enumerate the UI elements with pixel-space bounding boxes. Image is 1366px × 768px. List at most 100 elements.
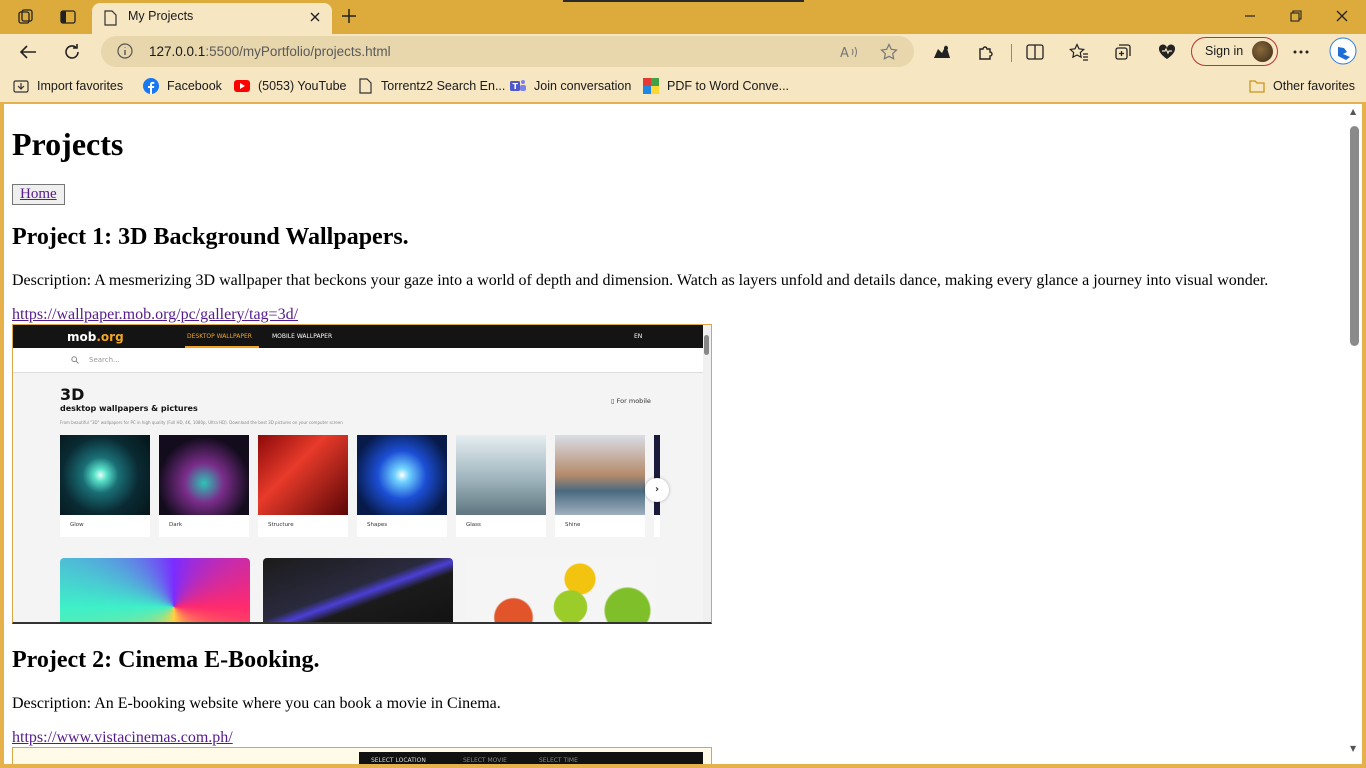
- preview-logo: mob.org: [67, 330, 124, 344]
- preview-card: Glow: [60, 435, 150, 537]
- preview-card-caption: Glass: [466, 522, 481, 528]
- fav-youtube[interactable]: (5053) YouTube: [234, 77, 347, 95]
- extensions-puzzle-icon[interactable]: [973, 39, 999, 65]
- sign-in-button[interactable]: Sign in: [1191, 37, 1278, 66]
- preview-card-caption: Structure: [268, 522, 294, 528]
- preview-card-image: [357, 435, 447, 515]
- fav-other-favorites[interactable]: Other favorites: [1249, 77, 1355, 95]
- preview-card-image: [258, 435, 348, 515]
- page-viewport: Projects Home Project 1: 3D Background W…: [4, 104, 1348, 764]
- browser-toolbar: 127.0.0.1:5500/myPortfolio/projects.html…: [0, 34, 1366, 70]
- fav-label: (5053) YouTube: [258, 79, 347, 93]
- read-aloud-icon[interactable]: A: [839, 42, 859, 62]
- project-1-link[interactable]: https://wallpaper.mob.org/pc/gallery/tag…: [12, 306, 298, 324]
- back-button[interactable]: [15, 39, 41, 65]
- tab-strip: My Projects: [0, 0, 1366, 34]
- fav-label: Join conversation: [534, 79, 632, 93]
- preview-large-image: [263, 558, 453, 622]
- preview-card: Dark: [159, 435, 249, 537]
- svg-text:A: A: [840, 46, 849, 60]
- fav-label: Torrentz2 Search En...: [381, 79, 506, 93]
- toolbar-separator: [1011, 44, 1012, 62]
- preview-card-caption: Shapes: [367, 522, 388, 528]
- svg-text:T: T: [513, 82, 519, 91]
- facebook-icon: [143, 78, 159, 94]
- scroll-up-icon[interactable]: ▲: [1350, 107, 1356, 116]
- preview-card: Glass: [456, 435, 546, 537]
- page-scrollbar[interactable]: ▲ ▼: [1348, 104, 1362, 764]
- preview-for-mobile: ▯ For mobile: [611, 397, 651, 405]
- favorite-star-icon[interactable]: [879, 42, 899, 62]
- fav-label: Facebook: [167, 79, 222, 93]
- preview-search-icon: [71, 356, 79, 364]
- project-2-link[interactable]: https://www.vistacinemas.com.ph/: [12, 729, 233, 747]
- preview-large-image: [466, 558, 656, 622]
- collections-icon[interactable]: [1110, 39, 1136, 65]
- minimize-button[interactable]: [1228, 4, 1272, 28]
- refresh-button[interactable]: [59, 39, 85, 65]
- close-tab-icon[interactable]: [306, 8, 324, 26]
- preview-navbar: mob.org DESKTOP WALLPAPER MOBILE WALLPAP…: [13, 325, 703, 348]
- site-info-icon[interactable]: [117, 43, 133, 63]
- preview-scrollbar: [703, 325, 711, 622]
- preview2-step: SELECT TIME: [539, 757, 578, 764]
- page-icon: [104, 10, 117, 30]
- preview-card-caption: Dark: [169, 522, 183, 528]
- preview2-steps-bar: SELECT LOCATION SELECT MOVIE SELECT TIME: [359, 752, 703, 764]
- project-2-preview-image[interactable]: SELECT LOCATION SELECT MOVIE SELECT TIME: [12, 747, 712, 764]
- fav-torrentz2[interactable]: Torrentz2 Search En...: [357, 77, 505, 95]
- fav-label: Import favorites: [37, 79, 124, 93]
- close-window-button[interactable]: [1320, 4, 1364, 28]
- fav-pdf-to-word[interactable]: PDF to Word Conve...: [643, 77, 789, 95]
- favorites-bar: Import favorites Facebook (5053) YouTube…: [0, 70, 1366, 102]
- folder-icon: [1249, 78, 1265, 94]
- tab-title: My Projects: [128, 9, 194, 23]
- extension-icon[interactable]: [929, 39, 955, 65]
- address-bar[interactable]: 127.0.0.1:5500/myPortfolio/projects.html…: [101, 36, 914, 67]
- preview-search-placeholder: Search...: [89, 356, 120, 364]
- preview-card: Shine: [555, 435, 645, 537]
- preview-nav-desktop: DESKTOP WALLPAPER: [187, 333, 252, 340]
- preview-subheading: desktop wallpapers & pictures: [60, 404, 198, 413]
- project-2-description: Description: An E-booking website where …: [12, 695, 501, 712]
- scrollbar-thumb[interactable]: [1350, 126, 1359, 346]
- preview-next-arrow-icon: ›: [645, 478, 669, 502]
- preview-card-caption: Shine: [565, 522, 581, 528]
- more-options-icon[interactable]: [1288, 39, 1314, 65]
- browser-essentials-icon[interactable]: [1154, 39, 1180, 65]
- preview2-step: SELECT LOCATION: [371, 757, 426, 764]
- preview-card-image: [456, 435, 546, 515]
- home-button[interactable]: Home: [12, 184, 65, 205]
- sign-in-label: Sign in: [1205, 44, 1244, 58]
- preview-lang: EN: [634, 333, 643, 340]
- project-2-heading: Project 2: Cinema E-Booking.: [12, 647, 320, 673]
- copilot-icon[interactable]: [1328, 36, 1358, 66]
- preview-card-image: [654, 435, 660, 515]
- fav-join-conversation[interactable]: T Join conversation: [510, 77, 631, 95]
- window-title-indicator: [563, 0, 804, 2]
- fav-import-favorites[interactable]: Import favorites: [13, 77, 123, 95]
- preview-large-image: [60, 558, 250, 622]
- pdf-icon: [643, 78, 659, 94]
- split-screen-icon[interactable]: [1022, 39, 1048, 65]
- new-tab-button[interactable]: [338, 5, 360, 27]
- workspaces-icon[interactable]: [15, 6, 37, 28]
- url-text[interactable]: 127.0.0.1:5500/myPortfolio/projects.html: [149, 44, 391, 59]
- fav-label: PDF to Word Conve...: [667, 79, 790, 93]
- preview-card: Shapes: [357, 435, 447, 537]
- preview-card-image: [159, 435, 249, 515]
- favorites-icon[interactable]: [1066, 39, 1092, 65]
- tab-my-projects[interactable]: My Projects: [92, 3, 332, 34]
- restore-button[interactable]: [1274, 4, 1318, 28]
- youtube-icon: [234, 78, 250, 94]
- project-1-preview-image[interactable]: mob.org DESKTOP WALLPAPER MOBILE WALLPAP…: [12, 324, 712, 624]
- preview-search-bar: Search...: [13, 348, 703, 373]
- vertical-tabs-icon[interactable]: [57, 6, 79, 28]
- project-1-heading: Project 1: 3D Background Wallpapers.: [12, 224, 409, 250]
- preview-card-image: [555, 435, 645, 515]
- fav-label: Other favorites: [1273, 79, 1355, 93]
- preview-card-image: [60, 435, 150, 515]
- scroll-down-icon[interactable]: ▼: [1350, 744, 1356, 753]
- preview-card-caption: Glow: [70, 522, 84, 528]
- fav-facebook[interactable]: Facebook: [143, 77, 222, 95]
